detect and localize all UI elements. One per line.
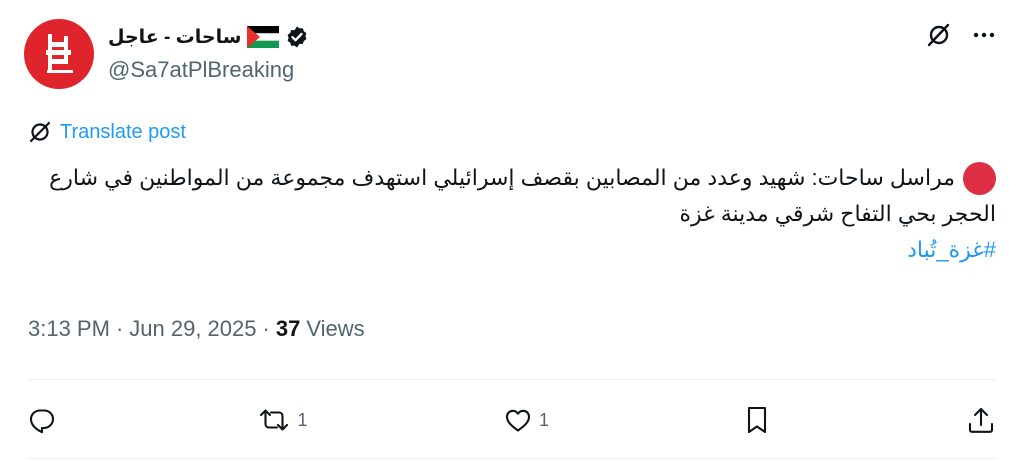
palestine-flag-icon xyxy=(247,26,280,48)
divider xyxy=(28,458,996,459)
views-label[interactable]: Views xyxy=(306,316,364,342)
sa7at-logo-icon xyxy=(46,34,73,73)
post-text-line-2-content: الحجر بحي التفاح شرقي مدينة غزة xyxy=(679,201,996,226)
share-icon xyxy=(966,405,996,435)
post-text-line-1: مراسل ساحات: شهيد وعدد من المصابين بقصف … xyxy=(28,160,996,196)
post-top-actions xyxy=(926,22,996,48)
verified-badge-icon xyxy=(285,25,309,49)
post-hashtag[interactable]: #غزة_تُباد xyxy=(907,232,996,268)
post-text: مراسل ساحات: شهيد وعدد من المصابين بقصف … xyxy=(28,160,996,268)
heart-icon xyxy=(503,406,533,434)
author-display-name[interactable]: ساحات - عاجل xyxy=(108,26,241,49)
views-count[interactable]: 37 xyxy=(276,316,300,342)
author-name-row: ساحات - عاجل xyxy=(108,22,309,52)
repost-icon xyxy=(257,406,291,434)
reply-icon xyxy=(28,406,56,434)
post-text-line-2: الحجر بحي التفاح شرقي مدينة غزة xyxy=(28,196,996,232)
share-button[interactable] xyxy=(966,405,996,435)
bookmark-icon xyxy=(744,405,770,435)
meta-separator: · xyxy=(262,316,270,341)
bookmark-button[interactable] xyxy=(744,405,770,435)
meta-separator: · xyxy=(115,316,124,341)
like-count: 1 xyxy=(538,409,549,430)
translate-icon xyxy=(28,120,52,144)
like-button[interactable]: 1 xyxy=(503,406,549,434)
repost-count: 1 xyxy=(297,409,308,430)
reply-button[interactable] xyxy=(28,406,62,434)
post-action-bar: 1 1 xyxy=(28,398,996,442)
avatar[interactable] xyxy=(24,19,94,89)
grok-icon[interactable] xyxy=(926,22,952,48)
translate-post-label: Translate post xyxy=(60,120,186,143)
translate-post-link[interactable]: Translate post xyxy=(28,120,186,144)
post-date[interactable]: Jun 29, 2025 xyxy=(129,316,256,342)
repost-button[interactable]: 1 xyxy=(257,406,308,434)
post-time[interactable]: 3:13 PM xyxy=(28,316,110,342)
more-options-icon[interactable] xyxy=(972,23,996,47)
post-meta: 3:13 PM · Jun 29, 2025 · 37 Views xyxy=(28,316,365,342)
post-text-line-1-content: مراسل ساحات: شهيد وعدد من المصابين بقصف … xyxy=(49,165,955,190)
divider xyxy=(28,379,996,380)
post-hashtag-line: #غزة_تُباد xyxy=(28,232,996,268)
author-handle[interactable]: @Sa7atPlBreaking xyxy=(108,57,294,83)
red-circle-emoji-icon xyxy=(963,161,996,195)
